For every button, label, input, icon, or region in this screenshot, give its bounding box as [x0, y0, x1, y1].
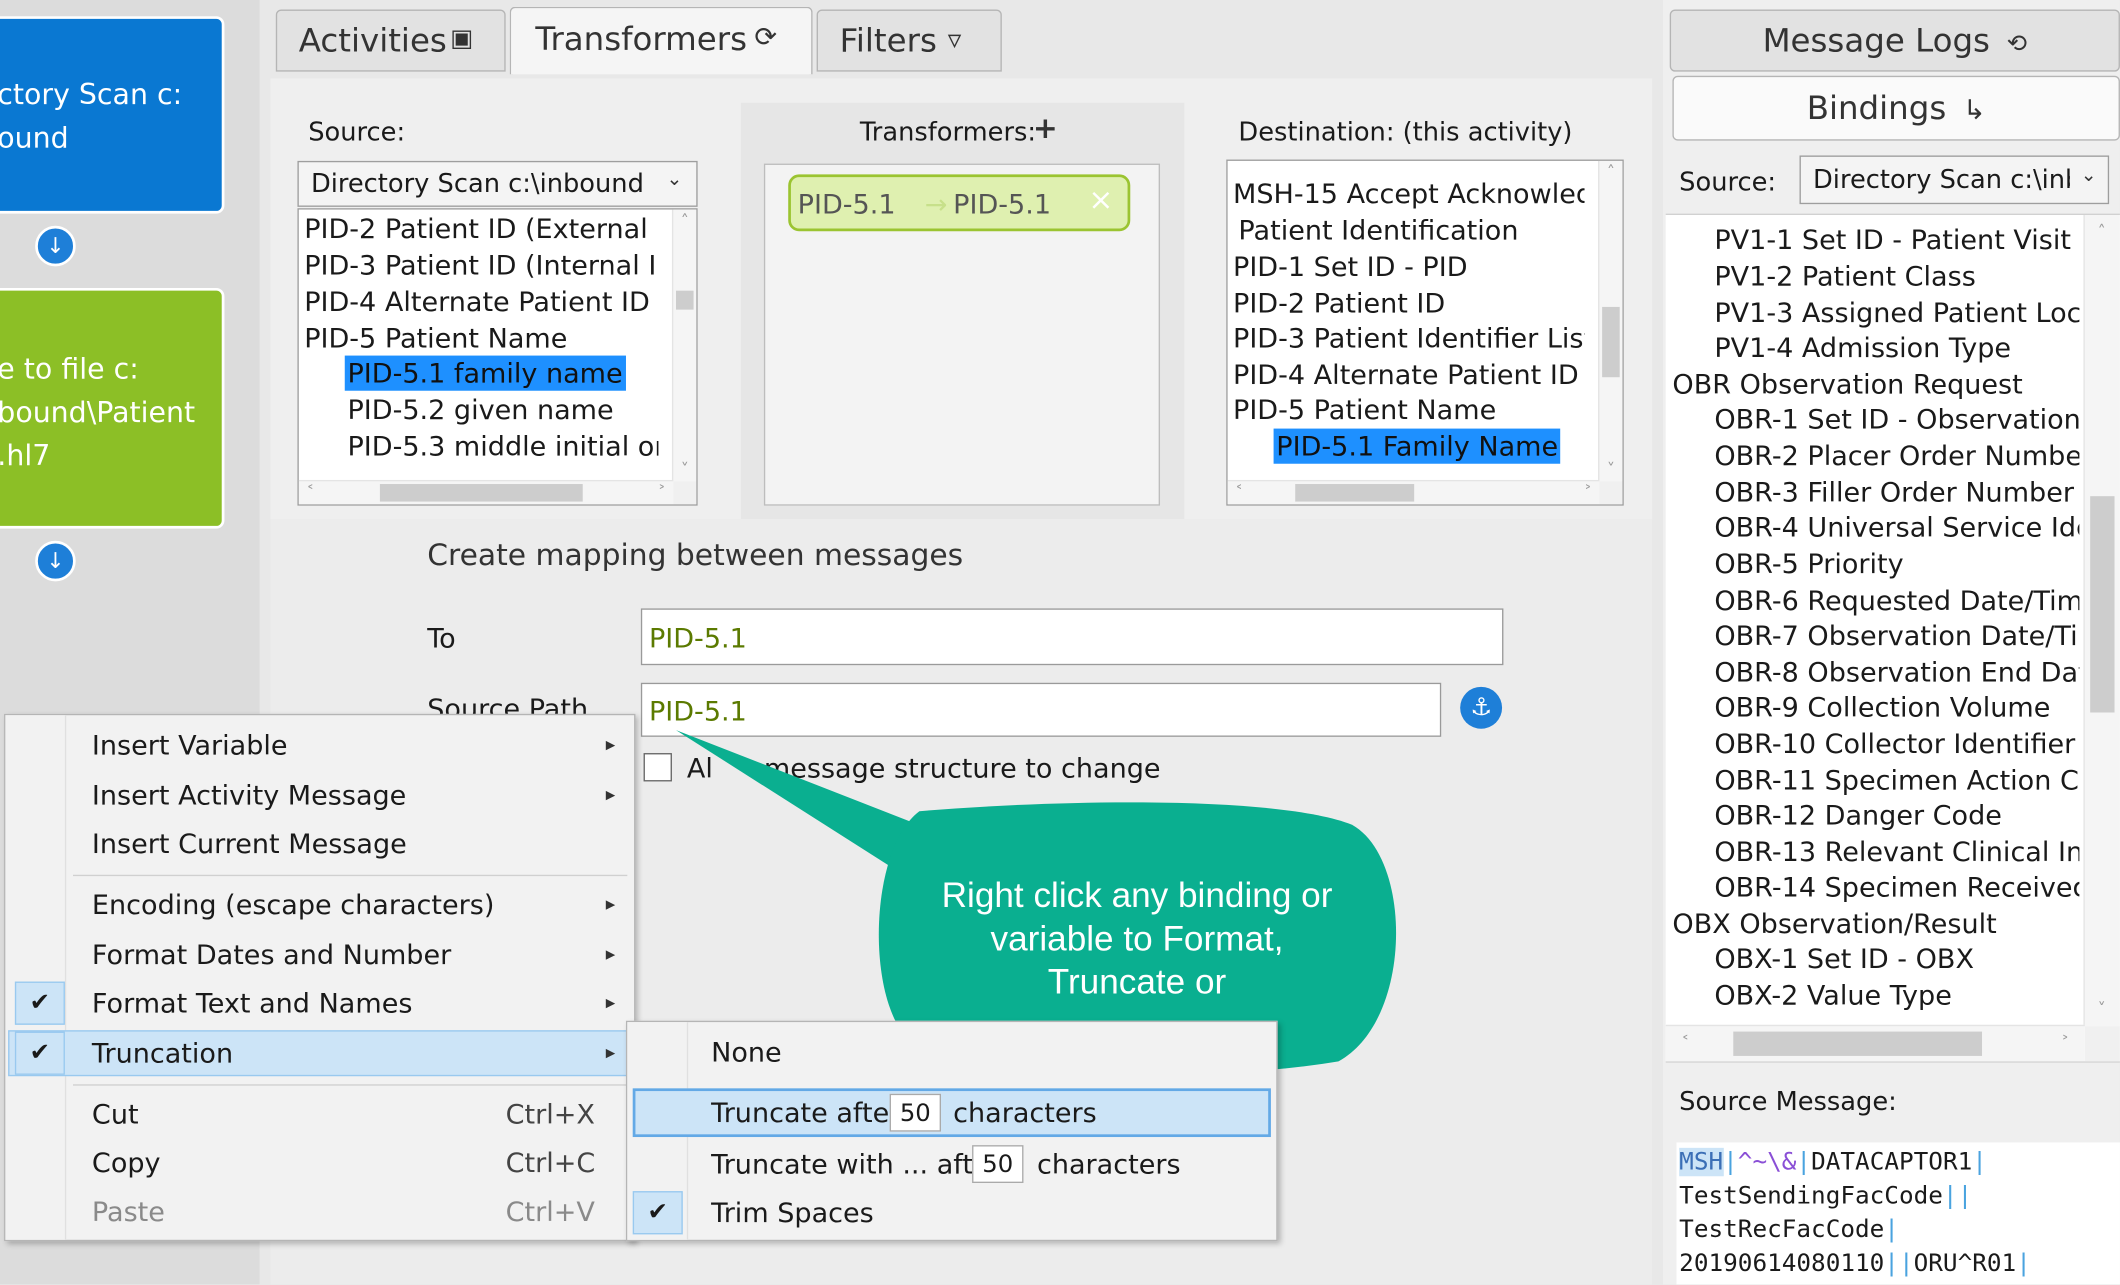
- tree-item[interactable]: OBR-1 Set ID - Observation Rec: [1714, 403, 2079, 435]
- submenu-truncate-after[interactable]: Truncate after 50 characters: [632, 1088, 1271, 1138]
- menu-insert-variable[interactable]: Insert Variable ▸: [8, 722, 630, 768]
- truncate-with-input[interactable]: 50: [972, 1145, 1024, 1183]
- check-icon: ✔: [14, 981, 65, 1025]
- menu-label: Paste: [91, 1195, 165, 1228]
- menu-label: Copy: [91, 1146, 161, 1179]
- context-menu: Insert Variable ▸ Insert Activity Messag…: [4, 713, 636, 1242]
- message-line: MSH|^~\&|DATACAPTOR1|: [1679, 1147, 1987, 1177]
- tree-item[interactable]: OBR-13 Relevant Clinical Inforr: [1714, 836, 2079, 868]
- link-icon: ↳: [1962, 93, 1986, 126]
- submenu-arrow-icon: ▸: [605, 784, 616, 806]
- history-icon: ⟲: [2006, 29, 2028, 59]
- submenu-truncate-with[interactable]: Truncate with ... after 50 characters: [633, 1141, 1271, 1190]
- bindings-source-value: Directory Scan c:\inb: [1813, 164, 2070, 195]
- truncate-with-value: 50: [982, 1150, 1014, 1179]
- message-field: TestSendingFacCode: [1679, 1181, 1943, 1211]
- menu-label: Truncation: [91, 1036, 234, 1070]
- menu-insert-current-message[interactable]: Insert Current Message: [8, 821, 630, 867]
- bindings-label: Bindings: [1806, 89, 1947, 128]
- message-line: TestRecFacCode|: [1679, 1215, 1899, 1244]
- menu-label: Cut: [91, 1097, 139, 1131]
- submenu-label: Truncate after: [711, 1096, 901, 1129]
- submenu-none[interactable]: None: [711, 1036, 782, 1068]
- check-icon: ✔: [632, 1191, 683, 1235]
- tree-group[interactable]: OBR Observation Request: [1672, 368, 2078, 400]
- submenu-characters-label: characters: [1036, 1147, 1181, 1181]
- submenu-characters-label: characters: [953, 1096, 1097, 1129]
- submenu-label: Truncate with ... after: [711, 1147, 1001, 1181]
- tree-item[interactable]: OBR-14 Specimen Received Da: [1714, 871, 2079, 903]
- message-field: DATACAPTOR1: [1811, 1147, 1973, 1177]
- horizontal-scrollbar[interactable]: ˂ ˃: [1665, 1024, 2085, 1062]
- message-logs-button[interactable]: Message Logs ⟲: [1669, 9, 2120, 72]
- submenu-trim-spaces[interactable]: ✔ Trim Spaces: [632, 1190, 1271, 1236]
- submenu-arrow-icon: ▸: [605, 893, 616, 916]
- tree-item[interactable]: OBR-12 Danger Code: [1714, 799, 2079, 831]
- chevron-down-icon: ⌄: [2080, 164, 2097, 187]
- tree-item[interactable]: OBX-2 Value Type: [1714, 979, 2079, 1011]
- menu-label: Insert Activity Message: [91, 778, 407, 812]
- tree-item[interactable]: OBR-4 Universal Service Identif: [1714, 511, 2079, 543]
- menu-separator: [73, 874, 628, 877]
- bindings-source-select[interactable]: Directory Scan c:\inb ⌄: [1799, 155, 2110, 205]
- menu-insert-activity-message[interactable]: Insert Activity Message ▸: [8, 772, 630, 818]
- tree-item[interactable]: PV1-3 Assigned Patient Locatic: [1714, 296, 2079, 328]
- truncation-submenu: None Truncate after 50 characters Trunca…: [625, 1020, 1278, 1242]
- source-message-view[interactable]: MSH|^~\&|DATACAPTOR1| TestSendingFacCode…: [1676, 1142, 2120, 1285]
- msh-segment[interactable]: MSH: [1679, 1147, 1724, 1177]
- tree-item[interactable]: OBR-7 Observation Date/Time: [1714, 619, 2079, 651]
- menu-label: Encoding (escape characters): [91, 888, 495, 921]
- check-icon: ✔: [14, 1031, 65, 1075]
- tree-item[interactable]: PV1-4 Admission Type: [1714, 331, 2079, 363]
- callout-text: Right click any binding or variable to F…: [941, 874, 1333, 1002]
- submenu-arrow-icon: ▸: [605, 1042, 616, 1065]
- bindings-tree[interactable]: PV1-1 Set ID - Patient Visit PV1-2 Patie…: [1665, 213, 2120, 1063]
- menu-separator: [73, 1084, 628, 1086]
- encoding-chars: ^~\&: [1737, 1147, 1797, 1177]
- tree-item[interactable]: OBX-1 Set ID - OBX: [1714, 942, 2079, 974]
- message-line: TestSendingFacCode||: [1679, 1181, 1973, 1211]
- bindings-source-label: Source:: [1679, 167, 1777, 198]
- menu-label: Format Text and Names: [91, 986, 413, 1020]
- message-field: ORU^R01: [1913, 1249, 2017, 1278]
- menu-encoding[interactable]: Encoding (escape characters) ▸: [8, 882, 630, 928]
- menu-shortcut: Ctrl+X: [505, 1097, 595, 1131]
- menu-format-dates[interactable]: Format Dates and Number ▸: [8, 932, 630, 978]
- tree-item[interactable]: OBR-11 Specimen Action Code: [1714, 764, 2079, 796]
- tree-item[interactable]: OBR-10 Collector Identifier: [1714, 727, 2079, 759]
- tree-item[interactable]: PV1-2 Patient Class: [1714, 260, 2079, 292]
- source-message-label: Source Message:: [1679, 1087, 1897, 1117]
- menu-paste[interactable]: Paste Ctrl+V: [8, 1188, 630, 1234]
- vertical-scrollbar[interactable]: ˄ ˅: [2083, 214, 2120, 1027]
- tree-item[interactable]: OBR-5 Priority: [1714, 548, 2079, 580]
- truncate-after-input[interactable]: 50: [889, 1093, 941, 1132]
- tree-item[interactable]: OBR-6 Requested Date/Time: [1714, 584, 2079, 616]
- menu-truncation[interactable]: ✔ Truncation ▸: [8, 1030, 631, 1077]
- menu-shortcut: Ctrl+C: [505, 1146, 596, 1179]
- menu-label: Insert Variable: [91, 728, 288, 762]
- submenu-arrow-icon: ▸: [605, 992, 616, 1014]
- tree-item[interactable]: OBR-9 Collection Volume: [1714, 691, 2079, 723]
- message-line: 20190614080110||ORU^R01|: [1679, 1249, 2031, 1278]
- tree-item[interactable]: OBR-2 Placer Order Number: [1714, 439, 2079, 471]
- tree-item[interactable]: OBR-3 Filler Order Number: [1714, 476, 2079, 508]
- message-logs-label: Message Logs: [1762, 21, 1990, 60]
- menu-cut[interactable]: Cut Ctrl+X: [8, 1091, 630, 1137]
- message-field: 20190614080110: [1679, 1249, 1885, 1278]
- truncate-after-value: 50: [899, 1099, 931, 1128]
- menu-format-text[interactable]: ✔ Format Text and Names ▸: [8, 980, 630, 1026]
- menu-shortcut: Ctrl+V: [505, 1195, 595, 1228]
- menu-label: Format Dates and Number: [91, 938, 452, 971]
- bindings-button[interactable]: Bindings ↳: [1672, 75, 2120, 141]
- menu-label: Insert Current Message: [91, 827, 407, 860]
- menu-copy[interactable]: Copy Ctrl+C: [8, 1140, 630, 1186]
- submenu-arrow-icon: ▸: [605, 943, 616, 966]
- message-field: TestRecFacCode: [1679, 1215, 1885, 1244]
- submenu-label: Trim Spaces: [711, 1196, 874, 1229]
- tree-item[interactable]: PV1-1 Set ID - Patient Visit: [1714, 223, 2079, 255]
- tree-group[interactable]: OBX Observation/Result: [1672, 907, 2078, 939]
- submenu-arrow-icon: ▸: [605, 734, 616, 756]
- tree-item[interactable]: OBR-8 Observation End Date/T: [1714, 656, 2079, 688]
